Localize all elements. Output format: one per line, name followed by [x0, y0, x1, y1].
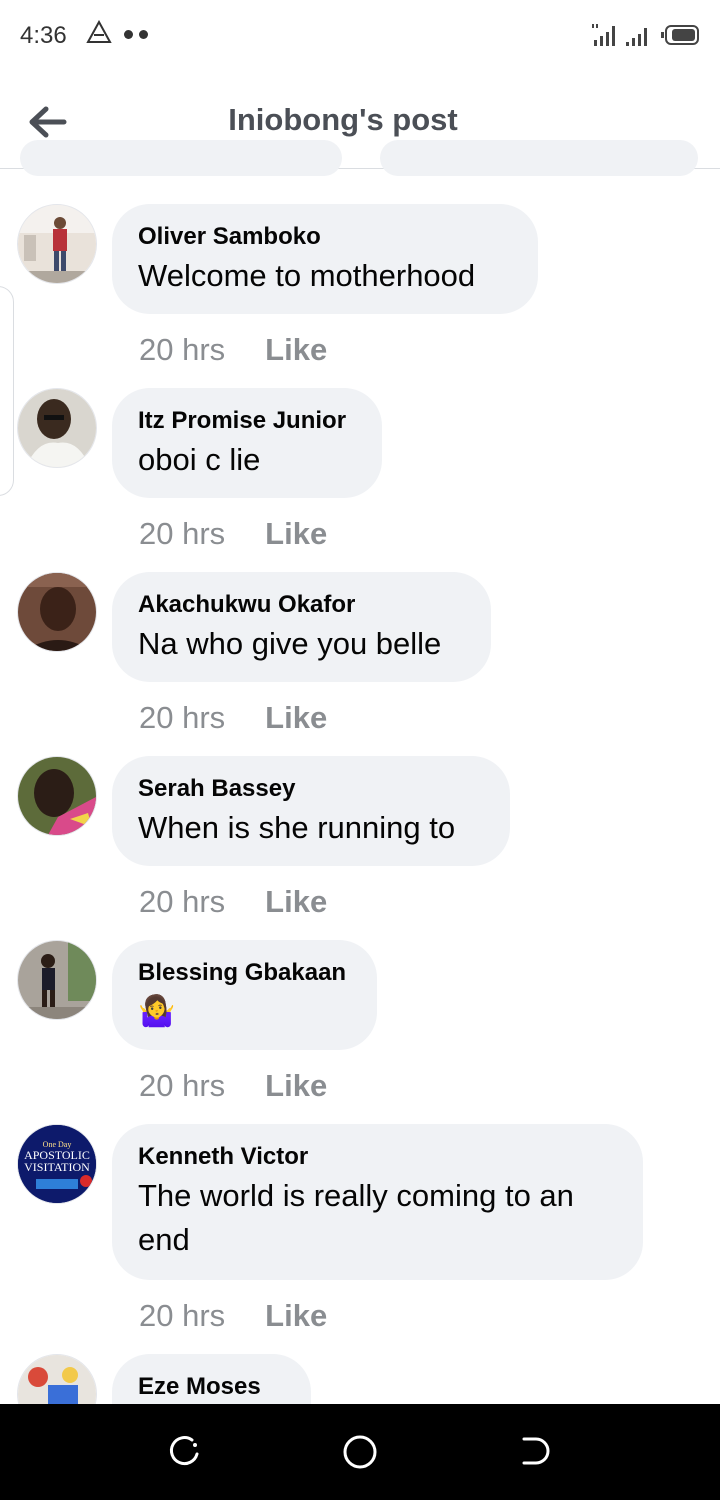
status-bar: 4:36 [0, 0, 720, 72]
comment-text: Welcome to motherhood [138, 258, 476, 293]
comment-bubble[interactable]: Akachukwu Okafor Na who give you belle [112, 572, 491, 682]
commenter-name[interactable]: Itz Promise Junior [138, 406, 354, 436]
page-title: Iniobong's post [228, 102, 458, 137]
svg-text:VISITATION: VISITATION [24, 1160, 90, 1174]
comment-time: 20 hrs [139, 884, 226, 919]
comment-text: The world is really coming to an end [138, 1178, 574, 1257]
signal-icon [592, 24, 647, 46]
avatar[interactable] [17, 756, 97, 836]
comment-actions: 20 hrs Like [139, 884, 327, 920]
side-panel-tab[interactable] [0, 286, 14, 496]
comment-time: 20 hrs [139, 700, 226, 735]
like-button[interactable]: Like [265, 884, 327, 920]
avatar[interactable] [17, 204, 97, 284]
like-button[interactable]: Like [265, 1298, 327, 1334]
comment-actions: 20 hrs Like [139, 700, 327, 736]
comment-bubble[interactable]: Serah Bassey When is she running to [112, 756, 510, 866]
avatar[interactable]: One Day APOSTOLIC VISITATION [17, 1124, 97, 1204]
comment-time: 20 hrs [139, 1298, 226, 1333]
like-button[interactable]: Like [265, 1068, 327, 1104]
commenter-name[interactable]: Oliver Samboko [138, 222, 510, 252]
avatar[interactable] [17, 388, 97, 468]
warning-icon [86, 20, 112, 43]
comment-bubble[interactable]: Kenneth Victor The world is really comin… [112, 1124, 643, 1280]
comment-bubble[interactable]: Eze Moses [112, 1354, 311, 1404]
comment-actions: 20 hrs Like [139, 1298, 327, 1334]
comment-text: oboi c lie [138, 442, 261, 477]
commenter-name[interactable]: Serah Bassey [138, 774, 482, 804]
avatar[interactable] [17, 1354, 97, 1404]
event-flyer-image: One Day APOSTOLIC VISITATION [18, 1125, 96, 1203]
comment-bubble[interactable]: Blessing Gbakaan 🤷‍♀️ [112, 940, 377, 1050]
comment-text: Na who give you belle [138, 626, 442, 661]
comment-actions: 20 hrs Like [139, 516, 327, 552]
comment-time: 20 hrs [139, 516, 226, 551]
home-icon[interactable] [342, 1434, 378, 1470]
comment-text: When is she running to [138, 810, 456, 845]
comment-actions: 20 hrs Like [139, 332, 327, 368]
comment-time: 20 hrs [139, 1068, 226, 1103]
comment-actions: 20 hrs Like [139, 1068, 327, 1104]
commenter-name[interactable]: Eze Moses [138, 1372, 283, 1402]
commenter-name[interactable]: Blessing Gbakaan [138, 958, 349, 988]
system-navigation-bar [0, 1404, 720, 1500]
previous-comment-fragment [380, 140, 698, 176]
like-button[interactable]: Like [265, 332, 327, 368]
recent-apps-icon[interactable] [168, 1434, 202, 1468]
comment-bubble[interactable]: Oliver Samboko Welcome to motherhood [112, 204, 538, 314]
notification-dots-icon [124, 30, 148, 39]
comment-text: 🤷‍♀️ [138, 995, 176, 1028]
status-time: 4:36 [20, 22, 67, 49]
battery-icon [661, 25, 699, 45]
avatar[interactable] [17, 940, 97, 1020]
back-nav-icon[interactable] [518, 1434, 552, 1468]
like-button[interactable]: Like [265, 516, 327, 552]
comment-item: Eze Moses [0, 1354, 720, 1404]
like-button[interactable]: Like [265, 700, 327, 736]
comment-time: 20 hrs [139, 332, 226, 367]
avatar[interactable] [17, 572, 97, 652]
commenter-name[interactable]: Kenneth Victor [138, 1142, 615, 1172]
previous-comment-fragment [20, 140, 342, 176]
comment-bubble[interactable]: Itz Promise Junior oboi c lie [112, 388, 382, 498]
commenter-name[interactable]: Akachukwu Okafor [138, 590, 463, 620]
